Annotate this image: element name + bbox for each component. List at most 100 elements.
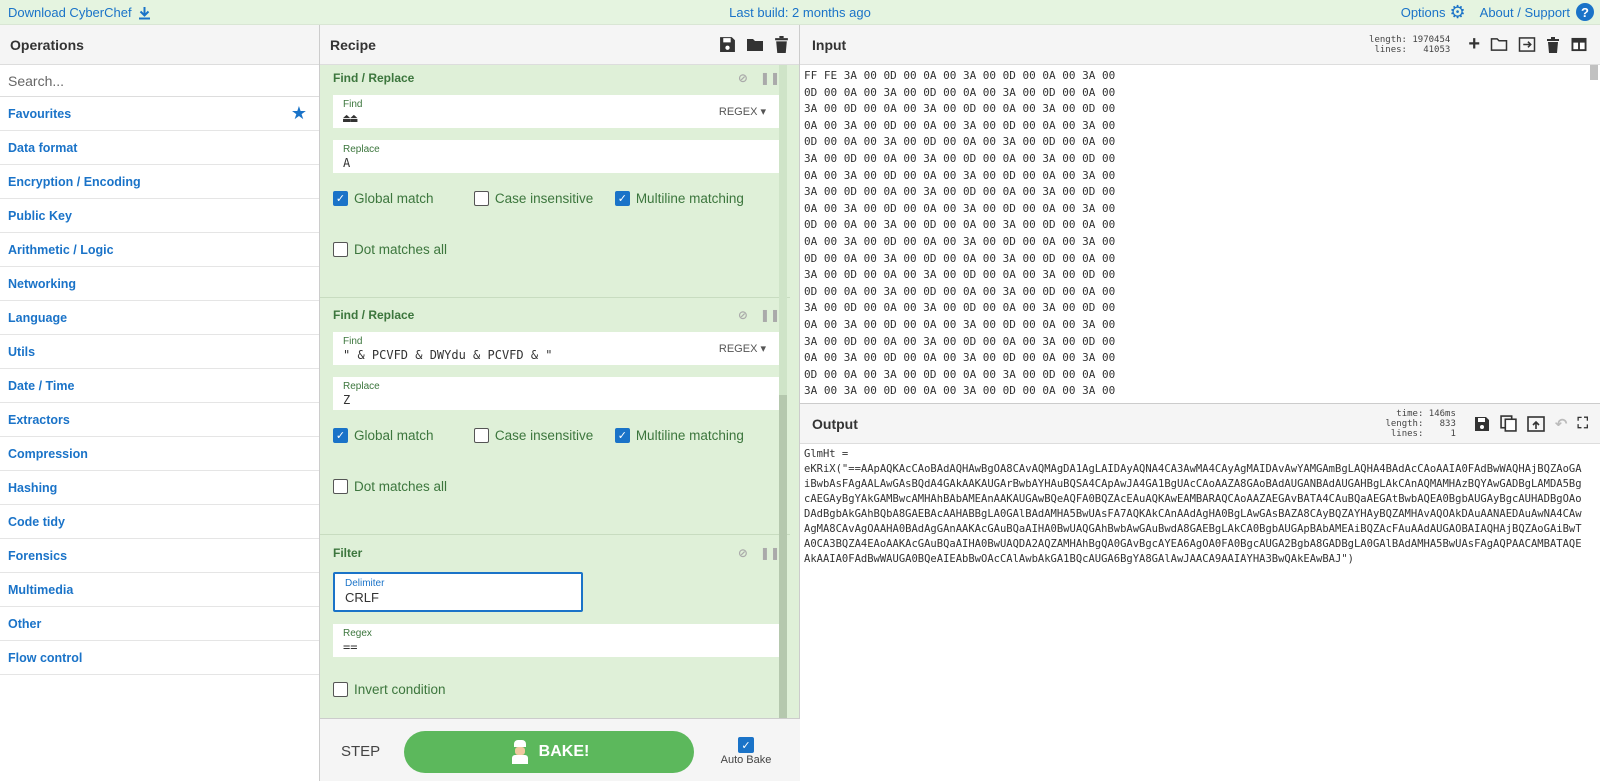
find-field[interactable]: Find " & PCVFD & DWYdu & PCVFD & " REGEX… <box>333 332 780 365</box>
category-encryption-encoding[interactable]: Encryption / Encoding <box>0 165 319 199</box>
breakpoint-icon[interactable]: ❚❚ <box>760 308 780 322</box>
category-date-time[interactable]: Date / Time <box>0 369 319 403</box>
download-icon <box>138 6 150 19</box>
about-label: About / Support <box>1479 4 1570 20</box>
breakpoint-icon[interactable]: ❚❚ <box>760 71 780 85</box>
regex-mode-label: REGEX <box>718 106 758 118</box>
open-file-icon[interactable] <box>1518 37 1536 52</box>
dot-matches-all-checkbox[interactable]: Dot matches all <box>333 241 478 257</box>
regex-dropdown[interactable]: REGEX ▾ <box>719 342 766 355</box>
save-icon[interactable] <box>719 36 736 53</box>
recipe-title: Recipe <box>330 36 376 53</box>
op-title: Find / Replace <box>333 71 415 85</box>
input-scrollbar[interactable] <box>1590 65 1598 80</box>
multiline-checkbox[interactable]: ✓ Multiline matching <box>614 191 780 206</box>
undo-icon[interactable]: ↶ <box>1555 415 1568 433</box>
case-insensitive-checkbox[interactable]: Case insensitive <box>473 428 615 443</box>
find-field[interactable]: Find ⏏⏏ REGEX ▾ <box>333 95 780 128</box>
disable-icon[interactable]: ⊘ <box>738 308 748 322</box>
open-folder-icon[interactable] <box>1490 37 1508 52</box>
category-label: Flow control <box>8 650 83 665</box>
search-input[interactable]: Search... <box>0 65 319 97</box>
input-hex-line: 3A 00 3A 00 0D 00 0A 00 3A 00 0D 00 0A 0… <box>804 384 1116 398</box>
category-code-tidy[interactable]: Code tidy <box>0 505 319 539</box>
category-public-key[interactable]: Public Key <box>0 199 319 233</box>
replace-input-icon[interactable] <box>1527 415 1545 432</box>
folder-icon[interactable] <box>746 37 764 53</box>
check-icon: ✓ <box>738 737 754 753</box>
find-value: ⏏⏏ <box>343 111 358 125</box>
category-language[interactable]: Language <box>0 301 319 335</box>
category-arithmetic-logic[interactable]: Arithmetic / Logic <box>0 233 319 267</box>
disable-icon[interactable]: ⊘ <box>738 546 748 560</box>
regex-dropdown[interactable]: REGEX ▾ <box>719 105 766 118</box>
options-link[interactable]: Options ⚙ <box>1401 3 1466 21</box>
category-utils[interactable]: Utils <box>0 335 319 369</box>
category-data-format[interactable]: Data format <box>0 131 319 165</box>
checkbox-label: Global match <box>354 191 434 206</box>
category-label: Other <box>8 616 42 631</box>
category-extractors[interactable]: Extractors <box>0 403 319 437</box>
download-link[interactable]: Download CyberChef <box>8 5 151 20</box>
input-hex-line: 0D 00 0A 00 3A 00 0D 00 0A 00 3A 00 0D 0… <box>804 251 1116 265</box>
category-hashing[interactable]: Hashing <box>0 471 319 505</box>
search-placeholder: Search... <box>8 72 65 89</box>
replace-field[interactable]: Replace A <box>333 140 780 173</box>
regex-field[interactable]: Regex == <box>333 624 780 657</box>
operations-title: Operations <box>10 36 84 53</box>
input-textarea[interactable]: FF FE 3A 00 0D 00 0A 00 3A 00 0D 00 0A 0… <box>800 65 1600 403</box>
recipe-scrollbar[interactable] <box>779 65 787 743</box>
checkbox-box <box>333 478 348 494</box>
input-hex-line: 3A 00 0D 00 0A 00 3A 00 0D 00 0A 00 3A 0… <box>804 268 1116 282</box>
trash-icon[interactable] <box>774 36 789 53</box>
disable-icon[interactable]: ⊘ <box>738 71 748 85</box>
output-text[interactable]: GlmHt = eKRiX("==AApAQKAcCAoBAdAQHAwBgOA… <box>800 444 1590 570</box>
category-networking[interactable]: Networking <box>0 267 319 301</box>
category-other[interactable]: Other <box>0 607 319 641</box>
options-label: Options <box>1400 4 1446 20</box>
invert-condition-checkbox[interactable]: Invert condition <box>333 681 533 697</box>
dot-matches-all-checkbox[interactable]: Dot matches all <box>333 478 478 494</box>
layout-icon[interactable] <box>1570 37 1588 52</box>
bake-button[interactable]: BAKE! <box>404 731 694 773</box>
category-label: Utils <box>8 344 36 359</box>
input-hex-line: 0A 00 3A 00 0D 00 0A 00 3A 00 0D 00 0A 0… <box>804 118 1116 132</box>
regex-mode-label: REGEX <box>718 343 758 355</box>
multiline-checkbox[interactable]: ✓ Multiline matching <box>614 428 780 443</box>
maximise-icon[interactable]: ⛶ <box>1577 415 1588 432</box>
global-match-checkbox[interactable]: ✓ Global match <box>333 191 474 206</box>
replace-field[interactable]: Replace Z <box>333 377 780 410</box>
step-button[interactable]: STEP <box>341 743 380 760</box>
replace-label: Replace <box>343 381 380 392</box>
checkbox-box <box>333 681 348 697</box>
output-header: Output time: 146ms length: 833 lines: 1 … <box>800 404 1600 444</box>
input-title: Input <box>812 36 847 53</box>
star-icon[interactable]: ★ <box>291 103 307 124</box>
save-icon[interactable] <box>1474 416 1490 432</box>
category-label: Forensics <box>8 548 68 563</box>
copy-icon[interactable] <box>1500 415 1517 432</box>
category-label: Networking <box>8 276 77 291</box>
global-match-checkbox[interactable]: ✓ Global match <box>333 428 474 443</box>
category-label: Arithmetic / Logic <box>8 242 114 257</box>
breakpoint-icon[interactable]: ❚❚ <box>760 546 780 560</box>
bake-label: BAKE! <box>538 743 590 760</box>
scrollbar-thumb[interactable] <box>779 395 787 743</box>
input-hex-line: 3A 00 0D 00 0A 00 3A 00 0D 00 0A 00 3A 0… <box>804 185 1116 199</box>
category-multimedia[interactable]: Multimedia <box>0 573 319 607</box>
category-label: Public Key <box>8 208 72 223</box>
category-flow-control[interactable]: Flow control <box>0 641 319 675</box>
category-compression[interactable]: Compression <box>0 437 319 471</box>
trash-icon[interactable] <box>1546 36 1560 53</box>
category-forensics[interactable]: Forensics <box>0 539 319 573</box>
category-favourites[interactable]: Favourites ★ <box>0 97 319 131</box>
replace-value: A <box>343 156 351 170</box>
input-hex-line: 0D 00 0A 00 3A 00 0D 00 0A 00 3A 00 0D 0… <box>804 284 1116 298</box>
auto-bake-checkbox[interactable]: ✓ Auto Bake <box>716 737 776 766</box>
add-tab-icon[interactable]: + <box>1468 33 1480 56</box>
checkbox-label: Dot matches all <box>354 478 448 494</box>
delimiter-field[interactable]: Delimiter CRLF <box>333 572 583 612</box>
checkbox-box <box>333 241 348 257</box>
about-link[interactable]: About / Support ? <box>1480 3 1594 21</box>
case-insensitive-checkbox[interactable]: Case insensitive <box>473 191 615 206</box>
